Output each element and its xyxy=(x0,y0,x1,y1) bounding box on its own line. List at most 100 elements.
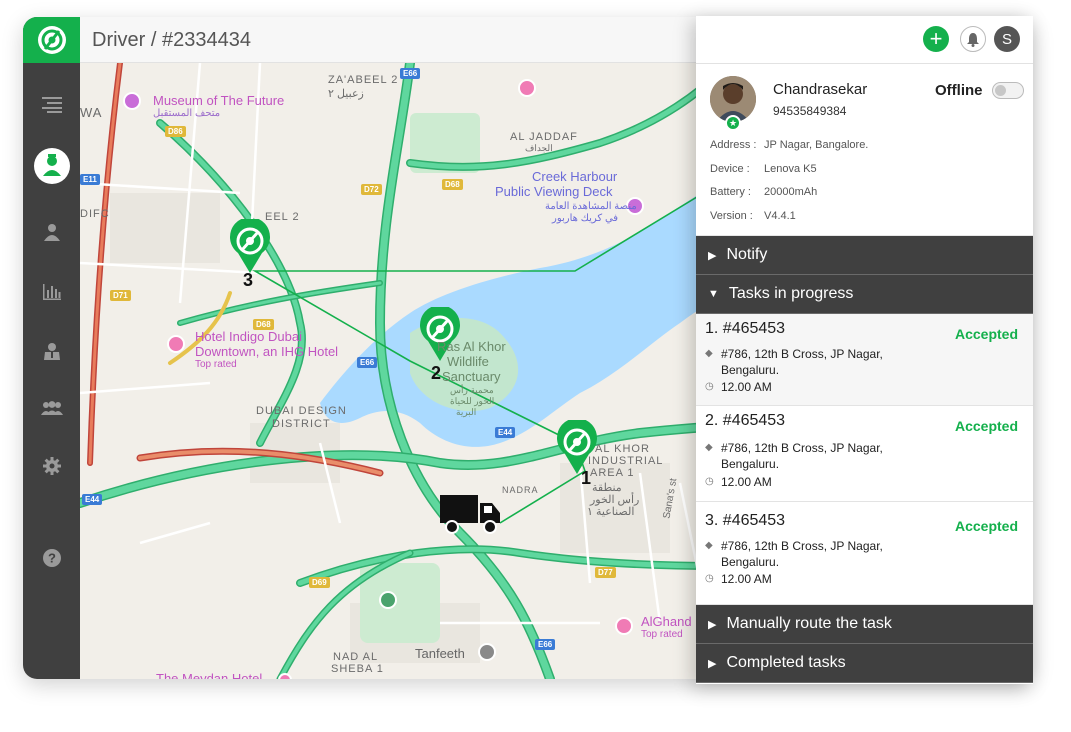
star-badge-icon: ★ xyxy=(725,115,741,131)
road-shield: D72 xyxy=(361,184,382,195)
map-label: Public Viewing Deck xyxy=(495,184,613,199)
location-pin-icon: ◆ xyxy=(705,540,713,551)
poi-museum-icon[interactable] xyxy=(123,92,141,110)
driver-phone: 94535849384 xyxy=(773,104,847,118)
map-label: The Meydan Hotel xyxy=(156,671,263,679)
map-label: DISTRICT xyxy=(272,418,331,430)
logo[interactable] xyxy=(23,17,80,63)
bell-icon xyxy=(967,32,979,47)
stop-2-number: 2 xyxy=(431,363,442,383)
clock-icon: ◷ xyxy=(705,573,714,584)
map-label: Wildlife xyxy=(447,354,489,369)
truck-icon[interactable] xyxy=(440,493,502,535)
road-shield: D86 xyxy=(165,126,186,137)
task-address: #786, 12th B Cross, JP Nagar, Bengaluru. xyxy=(721,347,883,377)
map-label: Hotel Indigo Dubai xyxy=(195,329,302,344)
poi-tanfeeth-icon[interactable] xyxy=(478,643,496,661)
map-label: Ras Al Khor xyxy=(437,339,506,354)
add-button[interactable]: + xyxy=(923,26,949,52)
map-label: في كريك هاربور xyxy=(552,213,619,224)
poi-hotel-top-icon[interactable] xyxy=(518,79,536,97)
map-label: Tanfeeth xyxy=(415,646,465,661)
triangle-down-icon: ▼ xyxy=(708,288,719,300)
map-label: SHEBA 1 xyxy=(331,663,384,675)
road-shield: E66 xyxy=(535,639,556,650)
map-label: DUBAI DESIGN xyxy=(256,405,347,417)
info-version: Version : V4.4.1 xyxy=(710,210,796,222)
sidebar-item-teams[interactable] xyxy=(23,390,80,426)
stop-3-pin[interactable] xyxy=(228,219,272,273)
task-status: Accepted xyxy=(954,518,1018,534)
info-address: Address : JP Nagar, Bangalore. xyxy=(710,139,869,151)
road-shield: D68 xyxy=(442,179,463,190)
sidebar-item-agents[interactable] xyxy=(23,333,80,369)
sidebar-item-menu[interactable] xyxy=(23,87,80,123)
road-shield: E44 xyxy=(495,427,516,438)
location-pin-icon: ◆ xyxy=(705,348,713,359)
info-battery: Battery :20000mAh xyxy=(710,186,818,198)
map-label: NADRA xyxy=(502,485,539,495)
sidebar-item-users[interactable] xyxy=(23,214,80,250)
poi-hotel-icon[interactable] xyxy=(167,335,185,353)
road-shield: D68 xyxy=(253,319,274,330)
road-shield: D71 xyxy=(110,290,131,301)
road-shield: E44 xyxy=(82,494,103,505)
map-label: DIFC xyxy=(80,208,110,220)
sidebar-item-help[interactable]: ? xyxy=(23,540,80,576)
clock-icon: ◷ xyxy=(705,381,714,392)
task-address: #786, 12th B Cross, JP Nagar, Bengaluru. xyxy=(721,539,883,569)
task-time: 12.00 AM xyxy=(721,380,772,394)
triangle-right-icon: ▶ xyxy=(708,657,717,670)
map-label: زعبيل ٢ xyxy=(328,88,364,100)
user-avatar-button[interactable]: S xyxy=(994,26,1020,52)
task-id: 2. #465453 xyxy=(705,412,786,429)
map-label: ZA'ABEEL 2 xyxy=(328,74,399,86)
sidebar-item-analytics[interactable] xyxy=(23,274,80,310)
poi-park-icon[interactable] xyxy=(379,591,397,609)
section-notify[interactable]: ▶ Notify xyxy=(696,236,1033,275)
section-manual-route[interactable]: ▶ Manually route the task xyxy=(696,605,1033,644)
notifications-button[interactable] xyxy=(960,26,986,52)
triangle-right-icon: ▶ xyxy=(708,618,717,631)
task-item[interactable]: 3. #465453 Accepted ◆ #786, 12th B Cross… xyxy=(696,502,1033,605)
map-label: AlGhand xyxy=(641,614,692,629)
sidebar-item-settings[interactable] xyxy=(23,448,80,484)
map-label: Creek Harbour xyxy=(532,169,618,184)
map-label: WA xyxy=(80,105,103,120)
team-icon xyxy=(40,401,63,415)
task-status: Accepted xyxy=(954,418,1018,434)
task-id: 1. #465453 xyxy=(705,320,786,337)
help-icon: ? xyxy=(42,549,61,567)
section-completed-tasks[interactable]: ▶ Completed tasks xyxy=(696,644,1033,683)
map-label: INDUSTRIAL xyxy=(588,455,664,467)
sidebar-item-drivers[interactable] xyxy=(23,148,80,184)
road-shield: D77 xyxy=(595,567,616,578)
task-item[interactable]: 1. #465453 Accepted ◆ #786, 12th B Cross… xyxy=(696,314,1033,406)
map-label: البرية xyxy=(456,407,477,417)
driver-icon xyxy=(33,148,70,184)
road-shield: E11 xyxy=(80,174,100,185)
toggle-knob xyxy=(995,85,1006,96)
section-tasks-in-progress[interactable]: ▼ Tasks in progress xyxy=(696,275,1033,314)
map-label: Sanctuary xyxy=(442,369,501,384)
poi-alghand-icon[interactable] xyxy=(615,617,633,635)
map-label: منصة المشاهدة العامة xyxy=(545,201,637,212)
driver-panel: + S ★ Chandrasekar 94535849384 Offline A… xyxy=(696,16,1033,684)
driver-profile: ★ Chandrasekar 94535849384 Offline Addre… xyxy=(696,64,1033,236)
svg-text:?: ? xyxy=(48,551,56,566)
map-label: متحف المستقبل xyxy=(153,108,221,119)
gear-icon xyxy=(42,457,61,475)
panel-toolbar: + S xyxy=(696,16,1033,64)
agent-icon xyxy=(43,343,60,360)
stop-3-number: 3 xyxy=(243,270,254,290)
driver-name: Chandrasekar xyxy=(773,81,868,98)
task-time: 12.00 AM xyxy=(721,475,772,489)
user-icon xyxy=(43,224,60,241)
triangle-right-icon: ▶ xyxy=(708,249,717,262)
task-item[interactable]: 2. #465453 Accepted ◆ #786, 12th B Cross… xyxy=(696,406,1033,502)
map-label: الجداف xyxy=(525,143,553,153)
sidebar: ? xyxy=(23,17,80,679)
clock-icon: ◷ xyxy=(705,476,714,487)
road-shield: E66 xyxy=(400,68,421,79)
online-toggle[interactable] xyxy=(992,82,1024,99)
